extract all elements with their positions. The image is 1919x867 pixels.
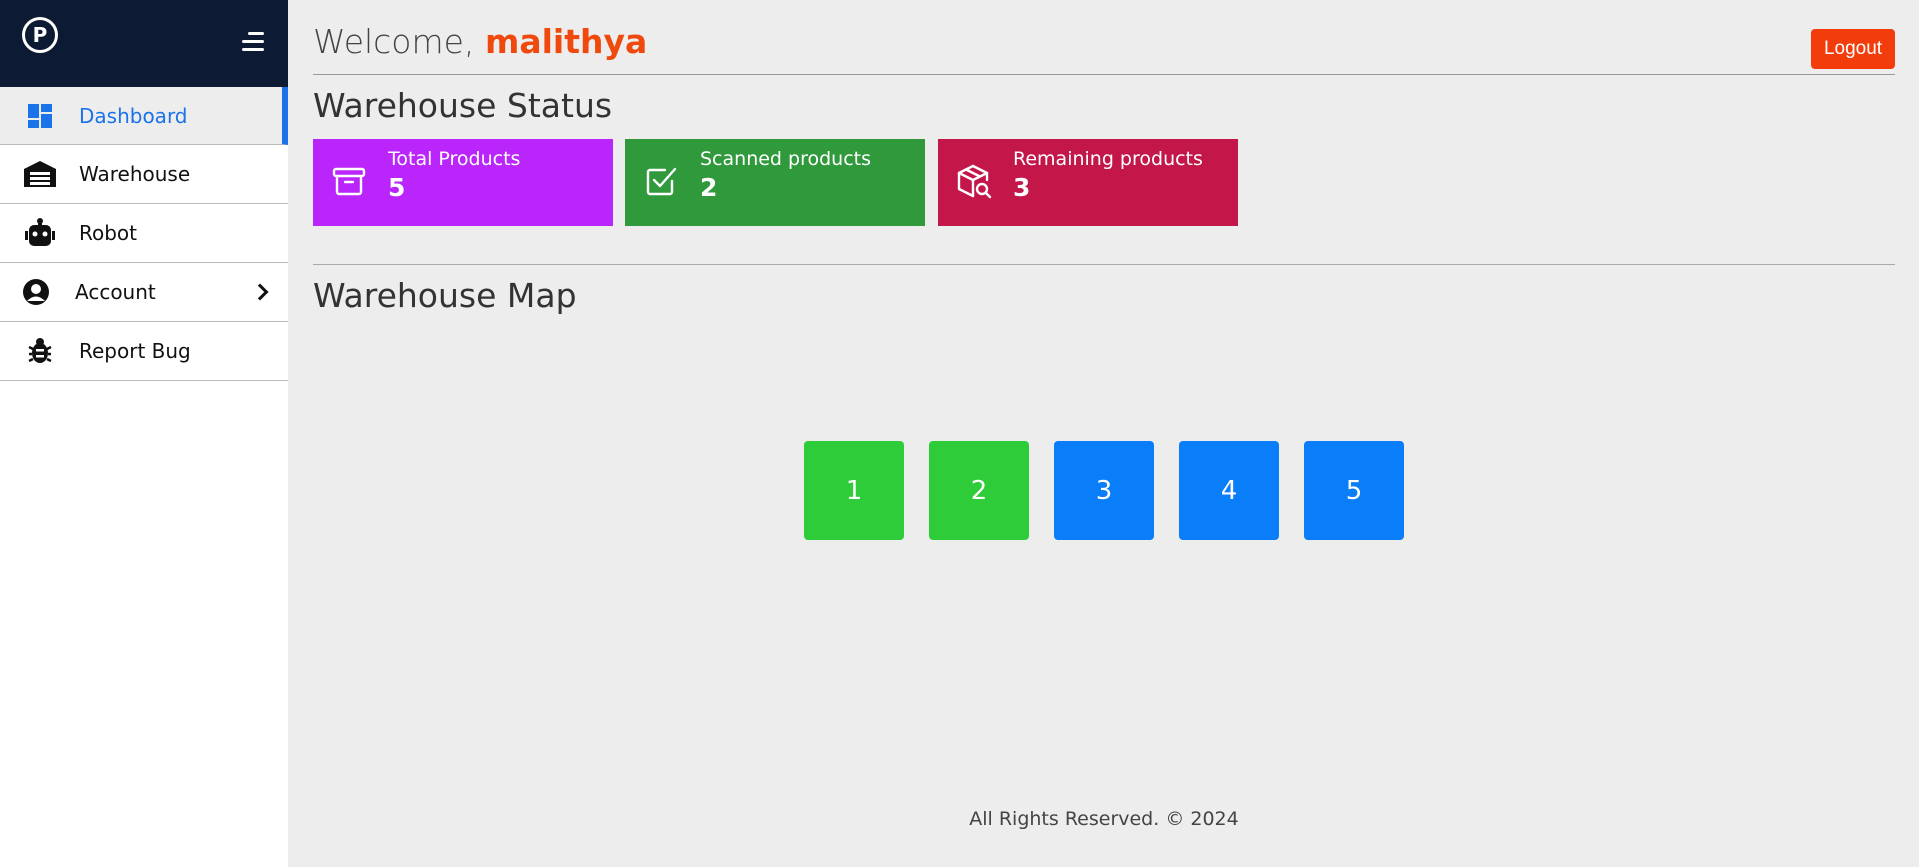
logo[interactable]: P bbox=[22, 17, 58, 53]
username: malithya bbox=[484, 22, 648, 61]
map-slot-3[interactable]: 3 bbox=[1054, 441, 1154, 540]
warehouse-icon bbox=[22, 159, 58, 189]
divider bbox=[313, 264, 1895, 265]
user-circle-icon bbox=[18, 277, 54, 307]
map-slot-5[interactable]: 5 bbox=[1304, 441, 1404, 540]
sidebar-item-label: Robot bbox=[79, 221, 138, 245]
chevron-right-icon[interactable] bbox=[251, 283, 269, 301]
menu-toggle-icon[interactable] bbox=[242, 32, 264, 52]
package-search-icon bbox=[956, 163, 992, 199]
map-slot-4[interactable]: 4 bbox=[1179, 441, 1279, 540]
warehouse-status-title: Warehouse Status bbox=[313, 86, 613, 125]
sidebar-item-warehouse[interactable]: Warehouse bbox=[0, 145, 288, 204]
main-content: Welcome, malithya Logout Warehouse Statu… bbox=[313, 0, 1895, 867]
welcome-prefix: Welcome, bbox=[313, 22, 485, 61]
archive-icon bbox=[331, 163, 367, 199]
card-label: Scanned products bbox=[700, 148, 871, 170]
divider bbox=[313, 74, 1895, 75]
sidebar-item-label: Warehouse bbox=[79, 162, 191, 186]
sidebar-item-label: Report Bug bbox=[79, 339, 191, 363]
sidebar-header: P bbox=[0, 0, 288, 87]
footer-text: All Rights Reserved. © 2024 bbox=[969, 808, 1239, 830]
bug-icon bbox=[22, 336, 58, 366]
sidebar: P Dashboard Warehouse Robot Account Repo… bbox=[0, 0, 288, 867]
logout-button[interactable]: Logout bbox=[1811, 29, 1895, 69]
card-value: 2 bbox=[700, 173, 718, 202]
checkbox-icon bbox=[643, 163, 679, 199]
welcome-heading: Welcome, malithya bbox=[313, 22, 647, 61]
warehouse-map-title: Warehouse Map bbox=[313, 276, 577, 315]
sidebar-item-account[interactable]: Account bbox=[0, 263, 288, 322]
sidebar-item-label: Account bbox=[75, 280, 156, 304]
card-label: Total Products bbox=[388, 148, 521, 170]
card-value: 5 bbox=[388, 173, 406, 202]
map-slot-2[interactable]: 2 bbox=[929, 441, 1029, 540]
dashboard-icon bbox=[22, 101, 58, 131]
total-products-card: Total Products 5 bbox=[313, 139, 613, 226]
robot-icon bbox=[22, 218, 58, 248]
map-slot-1[interactable]: 1 bbox=[804, 441, 904, 540]
sidebar-item-report-bug[interactable]: Report Bug bbox=[0, 322, 288, 381]
sidebar-item-robot[interactable]: Robot bbox=[0, 204, 288, 263]
sidebar-item-label: Dashboard bbox=[79, 103, 188, 128]
card-label: Remaining products bbox=[1013, 148, 1203, 170]
remaining-products-card: Remaining products 3 bbox=[938, 139, 1238, 226]
scanned-products-card: Scanned products 2 bbox=[625, 139, 925, 226]
card-value: 3 bbox=[1013, 173, 1031, 202]
sidebar-item-dashboard[interactable]: Dashboard bbox=[0, 87, 288, 145]
